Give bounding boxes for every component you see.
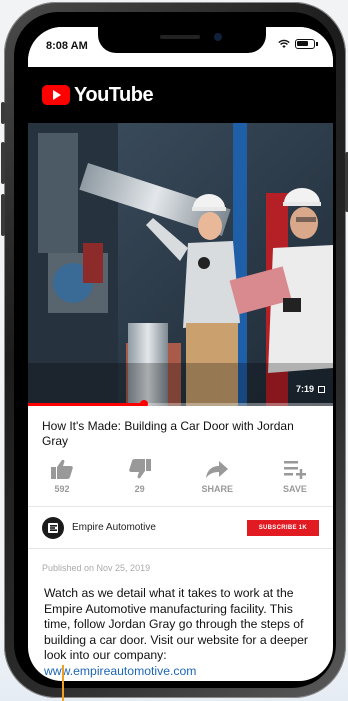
video-actions: 592 29 SHARE SAVE	[28, 450, 333, 507]
save-label: SAVE	[283, 484, 307, 494]
volume-up-button	[1, 142, 5, 184]
battery-icon	[295, 39, 318, 49]
status-icons	[278, 39, 318, 49]
front-camera	[214, 33, 222, 41]
app-name: YouTube	[74, 83, 154, 106]
video-title: How It's Made: Building a Car Door with …	[42, 419, 294, 448]
fullscreen-icon[interactable]	[318, 385, 325, 393]
video-duration: 7:19	[296, 384, 325, 394]
save-button[interactable]: SAVE	[275, 458, 315, 506]
channel-avatar[interactable]	[42, 516, 64, 539]
share-icon	[206, 461, 229, 478]
channel-logo-icon	[48, 522, 58, 533]
published-date: Published on Nov 25, 2019	[42, 563, 151, 573]
phone-screen: 8:08 AM YouTube 7:19 How It's Made: Buil…	[28, 27, 333, 681]
status-time: 8:08 AM	[46, 40, 88, 52]
like-count: 592	[54, 484, 70, 494]
youtube-logo[interactable]: YouTube	[42, 83, 154, 107]
dislike-button[interactable]: 29	[120, 458, 160, 506]
like-button[interactable]: 592	[42, 458, 82, 506]
volume-down-button	[1, 194, 5, 236]
save-playlist-icon	[283, 461, 306, 479]
video-description: Watch as we detail what it takes to work…	[28, 573, 333, 679]
description-text: Watch as we detail what it takes to work…	[44, 586, 308, 662]
scroll-indicator	[62, 665, 64, 701]
speaker-grille	[160, 35, 200, 39]
mute-switch	[1, 102, 5, 124]
app-header: YouTube	[28, 67, 333, 123]
wifi-icon	[278, 39, 290, 48]
share-label: SHARE	[201, 484, 234, 494]
dislike-count: 29	[134, 484, 145, 494]
thumbs-up-icon	[51, 459, 73, 479]
subscribe-button[interactable]: SUBSCRIBE 1K	[246, 519, 319, 536]
progress-fill	[28, 403, 144, 406]
share-button[interactable]: SHARE	[197, 458, 237, 506]
video-progress-bar[interactable]	[28, 400, 333, 406]
channel-row: Empire Automotive SUBSCRIBE 1K	[28, 507, 333, 549]
notch	[98, 27, 266, 53]
video-thumbnail	[28, 123, 333, 406]
video-player[interactable]: 7:19	[28, 123, 333, 406]
youtube-play-icon	[42, 85, 70, 105]
website-link[interactable]: www.empireautomotive.com	[44, 664, 196, 678]
progress-scrubber[interactable]	[139, 400, 148, 406]
status-bar: 8:08 AM	[28, 27, 333, 67]
duration-label: 7:19	[295, 384, 314, 394]
channel-name[interactable]: Empire Automotive	[72, 522, 247, 533]
thumbs-down-icon	[128, 459, 151, 479]
